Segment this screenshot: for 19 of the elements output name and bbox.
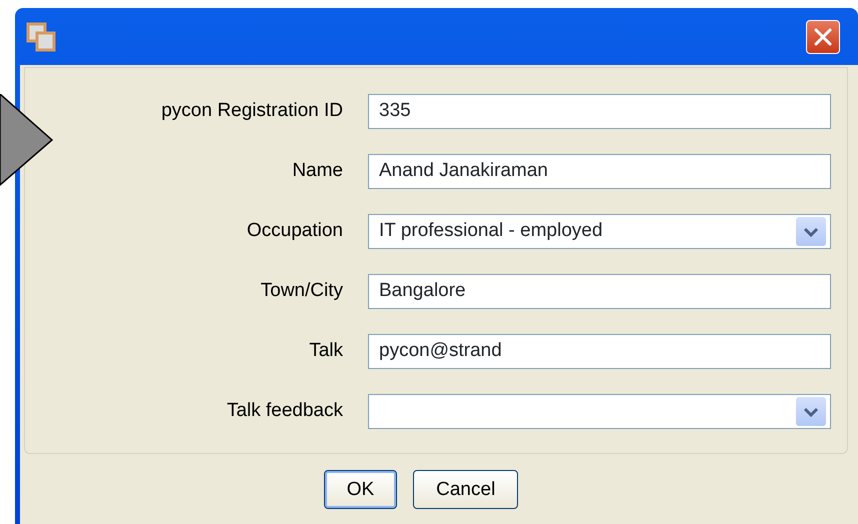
chevron-down-icon[interactable] [796,397,826,426]
dropdown-field[interactable] [368,394,831,429]
text-field[interactable]: 335 [368,94,831,129]
field-label: Town/City [260,279,343,304]
close-button[interactable] [806,20,840,54]
dropdown-field[interactable]: IT professional - employed [368,214,831,249]
text-field[interactable]: pycon@strand [368,334,831,369]
close-icon[interactable] [813,26,833,46]
field-label: Occupation [246,219,343,244]
text-field[interactable]: Anand Janakiraman [368,154,831,189]
chevron-down-icon[interactable] [796,217,826,246]
field-label: pycon Registration ID [160,99,343,124]
dialog-button[interactable]: OK [324,470,398,509]
dialog-button[interactable]: Cancel [413,470,518,509]
field-label: Talk [308,339,343,364]
field-label: Name [291,159,343,184]
field-label: Talk feedback [226,399,343,424]
window-icon [26,22,56,52]
text-field[interactable]: Bangalore [368,274,831,309]
